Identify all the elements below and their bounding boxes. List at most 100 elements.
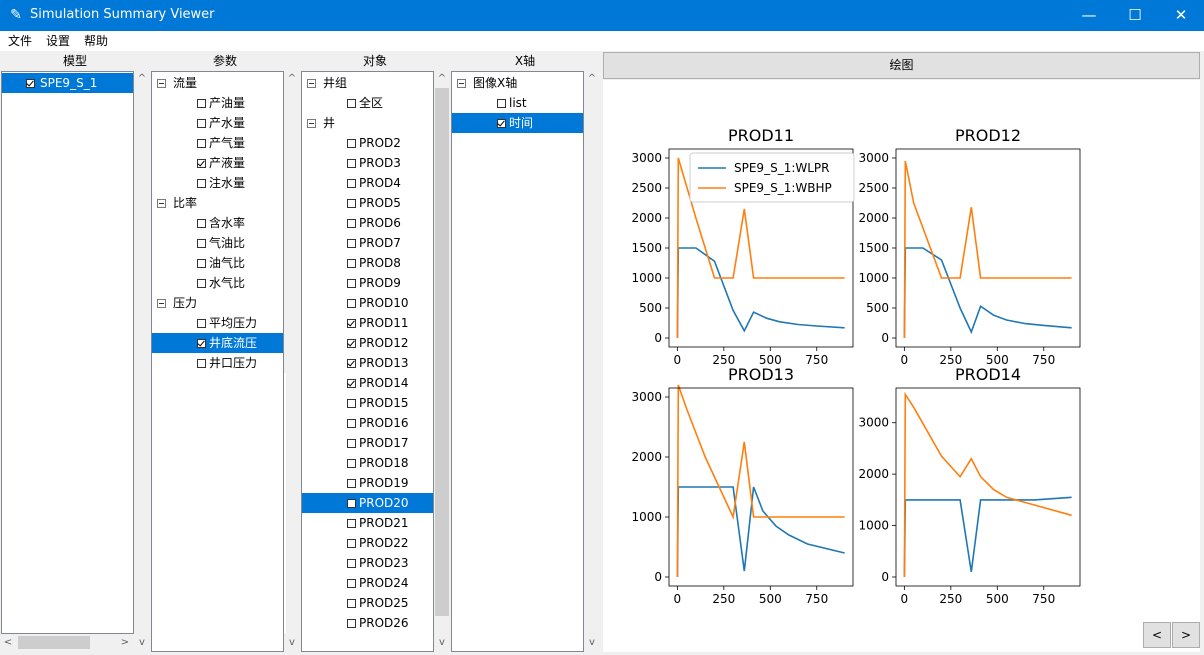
scroll-thumb[interactable] <box>18 636 90 649</box>
checkbox-icon[interactable] <box>347 519 356 528</box>
checkbox-icon[interactable] <box>347 159 356 168</box>
tree-item-object[interactable]: PROD11 <box>302 313 433 333</box>
menu-help[interactable]: 帮助 <box>84 33 108 49</box>
checkbox-icon[interactable] <box>497 99 506 108</box>
tree-item-object[interactable]: PROD26 <box>302 613 433 633</box>
tree-item-param[interactable]: 油气比 <box>152 253 283 273</box>
tree-item-param[interactable]: 平均压力 <box>152 313 283 333</box>
maximize-button[interactable]: ☐ <box>1112 0 1158 31</box>
tree-item-object[interactable]: PROD3 <box>302 153 433 173</box>
checkbox-icon[interactable] <box>197 239 206 248</box>
tree-item-object[interactable]: PROD6 <box>302 213 433 233</box>
tree-group-flow[interactable]: 流量 <box>152 73 283 93</box>
tree-item-object[interactable]: PROD24 <box>302 573 433 593</box>
tree-item-model[interactable]: SPE9_S_1 <box>2 73 133 93</box>
checkbox-icon[interactable] <box>347 499 356 508</box>
menu-file[interactable]: 文件 <box>8 33 32 49</box>
objects-tree[interactable]: 井组 全区 井 PROD2 PROD3 PROD4 PROD5 PROD6 PROD7 PR… <box>301 71 434 652</box>
tree-item-object[interactable]: PROD19 <box>302 473 433 493</box>
scroll-thumb[interactable] <box>435 88 449 616</box>
scroll-down-arrow[interactable]: v <box>135 637 149 649</box>
collapse-icon[interactable] <box>157 79 166 88</box>
checkbox-icon[interactable] <box>347 399 356 408</box>
tree-item-object[interactable]: PROD10 <box>302 293 433 313</box>
tree-item-object[interactable]: PROD18 <box>302 453 433 473</box>
collapse-icon[interactable] <box>157 299 166 308</box>
checkbox-icon[interactable] <box>347 579 356 588</box>
tree-item-param[interactable]: 产气量 <box>152 133 283 153</box>
collapse-icon[interactable] <box>307 79 316 88</box>
params-scrollbar[interactable]: ^ v <box>284 71 300 652</box>
tree-item-xaxis[interactable]: list <box>452 93 583 113</box>
checkbox-icon[interactable] <box>26 79 35 88</box>
tree-item-object[interactable]: PROD20 <box>302 493 433 513</box>
tree-item-object[interactable]: PROD7 <box>302 233 433 253</box>
params-tree[interactable]: 流量 产油量 产水量 产气量 产液量 注水量 比率 含水率 气油比 油气比 水气… <box>151 71 284 652</box>
tree-item-object[interactable]: PROD22 <box>302 533 433 553</box>
tree-item-xaxis[interactable]: 时间 <box>452 113 583 133</box>
checkbox-icon[interactable] <box>347 559 356 568</box>
checkbox-icon[interactable] <box>347 299 356 308</box>
checkbox-icon[interactable] <box>347 539 356 548</box>
close-button[interactable]: ✕ <box>1158 0 1204 31</box>
tree-item-object[interactable]: PROD14 <box>302 373 433 393</box>
tree-item-param[interactable]: 注水量 <box>152 173 283 193</box>
scroll-down-arrow[interactable]: v <box>285 637 299 649</box>
xaxis-scrollbar[interactable]: ^ v <box>584 71 600 652</box>
tree-group-ratio[interactable]: 比率 <box>152 193 283 213</box>
tree-item-object[interactable]: PROD17 <box>302 433 433 453</box>
tree-item-object[interactable]: PROD13 <box>302 353 433 373</box>
tree-item-param[interactable]: 水气比 <box>152 273 283 293</box>
checkbox-icon[interactable] <box>197 339 206 348</box>
minimize-button[interactable]: — <box>1066 0 1112 31</box>
checkbox-icon[interactable] <box>197 279 206 288</box>
plot-button[interactable]: 绘图 <box>603 52 1200 79</box>
tree-item-object[interactable]: PROD2 <box>302 133 433 153</box>
tree-group-xaxis[interactable]: 图像X轴 <box>452 73 583 93</box>
collapse-icon[interactable] <box>307 119 316 128</box>
checkbox-icon[interactable] <box>197 259 206 268</box>
scroll-down-arrow[interactable]: v <box>435 637 449 649</box>
menu-settings[interactable]: 设置 <box>46 33 70 49</box>
collapse-icon[interactable] <box>157 199 166 208</box>
tree-item-object[interactable]: PROD23 <box>302 553 433 573</box>
checkbox-icon[interactable] <box>347 139 356 148</box>
tree-item-param[interactable]: 气油比 <box>152 233 283 253</box>
model-horizontal-scrollbar[interactable]: < > <box>1 634 134 651</box>
checkbox-icon[interactable] <box>347 319 356 328</box>
tree-item-object[interactable]: PROD16 <box>302 413 433 433</box>
checkbox-icon[interactable] <box>347 599 356 608</box>
checkbox-icon[interactable] <box>347 459 356 468</box>
checkbox-icon[interactable] <box>497 119 506 128</box>
tree-item-param[interactable]: 井底流压 <box>152 333 283 353</box>
checkbox-icon[interactable] <box>347 379 356 388</box>
checkbox-icon[interactable] <box>197 179 206 188</box>
scroll-up-arrow[interactable]: ^ <box>285 73 299 85</box>
checkbox-icon[interactable] <box>347 199 356 208</box>
prev-page-button[interactable]: < <box>1143 622 1171 648</box>
checkbox-icon[interactable] <box>347 99 356 108</box>
checkbox-icon[interactable] <box>197 359 206 368</box>
tree-item-object[interactable]: PROD15 <box>302 393 433 413</box>
tree-item-object[interactable]: PROD4 <box>302 173 433 193</box>
tree-item-object[interactable]: PROD5 <box>302 193 433 213</box>
xaxis-tree[interactable]: 图像X轴 list 时间 <box>451 71 584 652</box>
tree-item-object[interactable]: PROD9 <box>302 273 433 293</box>
checkbox-icon[interactable] <box>347 479 356 488</box>
checkbox-icon[interactable] <box>347 339 356 348</box>
scroll-up-arrow[interactable]: ^ <box>435 73 449 85</box>
tree-item-object[interactable]: PROD12 <box>302 333 433 353</box>
checkbox-icon[interactable] <box>197 159 206 168</box>
model-tree[interactable]: SPE9_S_1 <box>1 71 134 634</box>
checkbox-icon[interactable] <box>347 219 356 228</box>
scroll-up-arrow[interactable]: ^ <box>135 73 149 85</box>
model-vertical-scrollbar[interactable]: ^ v <box>134 71 150 651</box>
tree-item-param[interactable]: 产水量 <box>152 113 283 133</box>
checkbox-icon[interactable] <box>347 439 356 448</box>
tree-group-wellgroup[interactable]: 井组 <box>302 73 433 93</box>
checkbox-icon[interactable] <box>347 279 356 288</box>
collapse-icon[interactable] <box>457 79 466 88</box>
checkbox-icon[interactable] <box>197 319 206 328</box>
tree-item-object[interactable]: PROD21 <box>302 513 433 533</box>
tree-item-object[interactable]: PROD25 <box>302 593 433 613</box>
